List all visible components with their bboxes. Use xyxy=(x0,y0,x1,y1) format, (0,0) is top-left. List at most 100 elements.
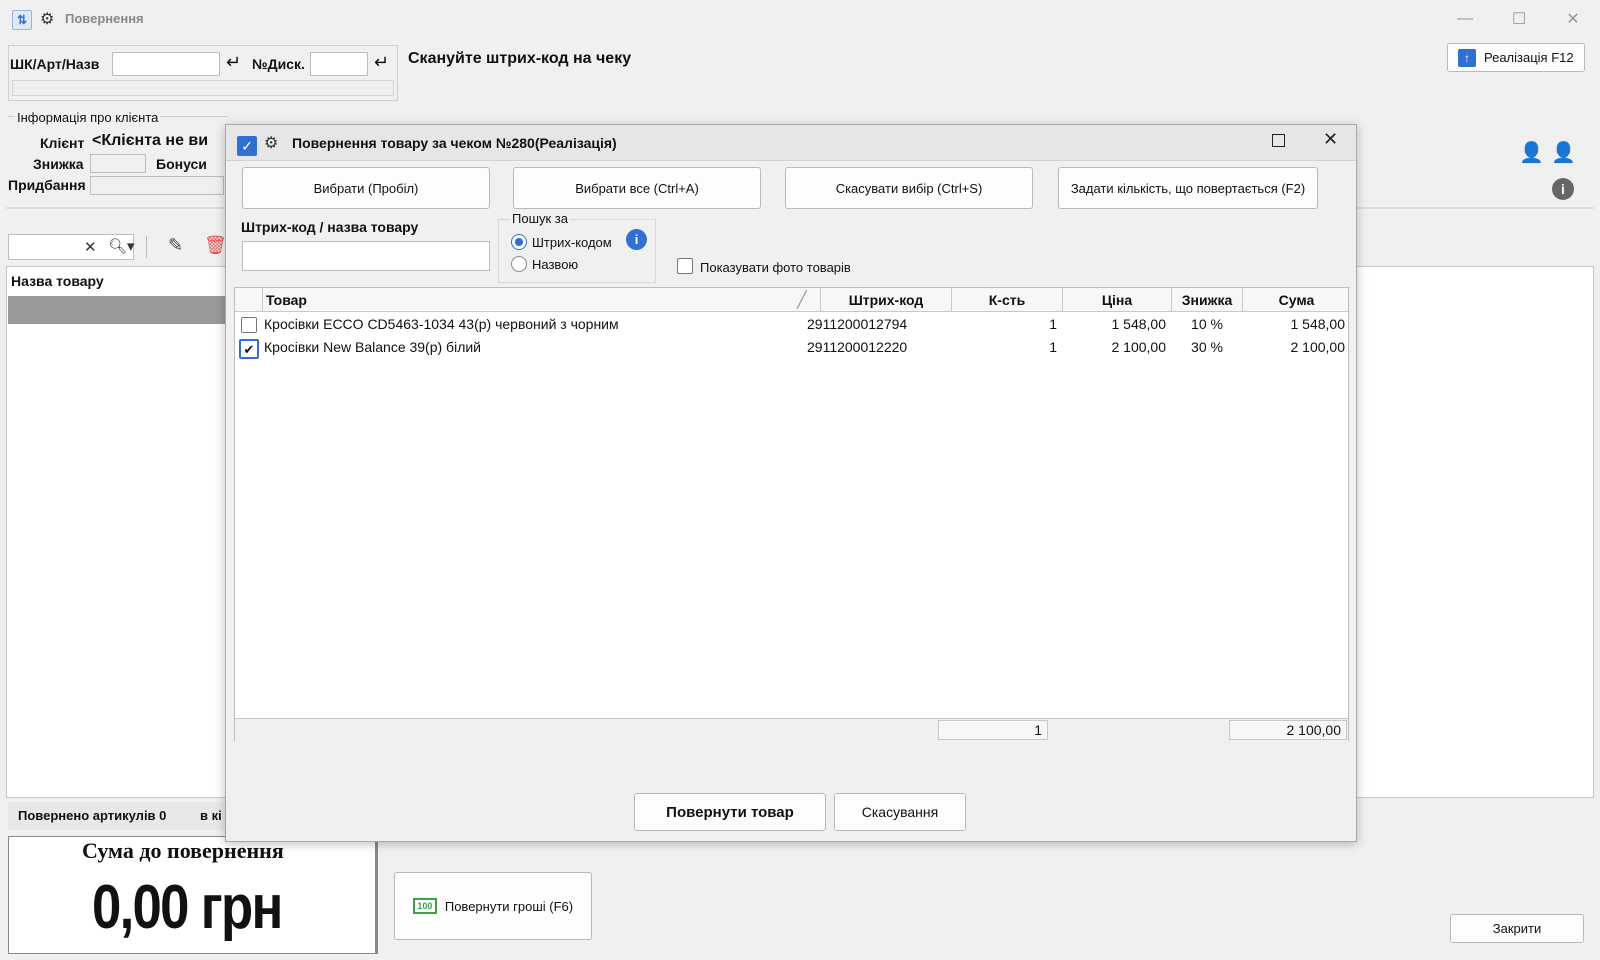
right-panel xyxy=(1356,266,1594,798)
return-dialog: ✓ ⚙ Повернення товару за чеком №280(Реал… xyxy=(225,124,1357,842)
divider xyxy=(146,236,147,258)
checkbox-icon: ✓ xyxy=(237,136,257,156)
col-check xyxy=(235,288,263,312)
row-checkbox-checked[interactable]: ✔ xyxy=(239,339,259,359)
quantity-status: в кі xyxy=(200,808,222,823)
discount-field xyxy=(90,154,146,173)
return-money-label: Повернути гроші (F6) xyxy=(444,898,574,914)
row-product: Кросівки New Balance 39(р) білий xyxy=(264,339,481,355)
table-row[interactable]: Кросівки ECCO CD5463-1034 43(р) червоний… xyxy=(235,313,1348,336)
enter-icon[interactable]: ↵ xyxy=(226,52,241,73)
close-button-label: Закрити xyxy=(1492,921,1542,936)
disc-input[interactable] xyxy=(310,52,368,76)
cancel-selection-label: Скасувати вибір (Ctrl+S) xyxy=(835,180,983,196)
maximize-icon[interactable]: ☐ xyxy=(1508,8,1530,30)
scan-progress xyxy=(12,80,394,96)
info-icon[interactable]: i xyxy=(626,229,647,250)
radio-barcode-label: Штрих-кодом xyxy=(532,235,612,250)
table-header-row: Товар ╱ Штрих-код К-сть Ціна Знижка Сума xyxy=(235,288,1348,312)
enter-icon[interactable]: ↵ xyxy=(374,52,389,73)
client-label: Клієнт xyxy=(40,135,85,151)
summary-amount: 0,00 грн xyxy=(92,873,283,942)
search-input[interactable] xyxy=(242,241,490,271)
show-photos-checkbox[interactable] xyxy=(677,258,693,274)
user-icon[interactable]: 👤 xyxy=(1519,140,1544,165)
disc-label: №Диск. xyxy=(252,56,305,72)
col-qty[interactable]: К-сть xyxy=(952,288,1063,312)
bonus-label: Бонуси xyxy=(156,156,207,172)
client-value: <Клієнта не ви xyxy=(92,132,209,149)
arrow-up-icon: ↑ xyxy=(1458,48,1476,67)
select-button-label: Вибрати (Пробіл) xyxy=(313,180,419,196)
return-goods-button[interactable]: Повернути товар xyxy=(634,793,826,831)
purchases-field xyxy=(90,176,224,195)
return-money-button[interactable]: 100 Повернути гроші (F6) xyxy=(394,872,592,940)
realization-button[interactable]: ↑ Реалізація F12 xyxy=(1447,43,1585,72)
row-product: Кросівки ECCO CD5463-1034 43(р) червоний… xyxy=(264,316,619,332)
radio-barcode[interactable] xyxy=(511,234,527,250)
table-footer: 1 2 100,00 xyxy=(235,718,1348,741)
radio-barcode-dot xyxy=(515,238,523,246)
row-sum: 1 548,00 xyxy=(1290,316,1346,332)
col-discount[interactable]: Знижка xyxy=(1172,288,1243,312)
realization-label: Реалізація F12 xyxy=(1484,50,1574,65)
cancel-label: Скасування xyxy=(861,804,939,820)
clear-icon[interactable]: ✕ xyxy=(84,238,97,256)
purchases-label: Придбання xyxy=(8,177,86,193)
row-discount: 30 % xyxy=(1191,339,1223,355)
col-product[interactable]: Товар xyxy=(264,288,821,312)
money-icon: 100 xyxy=(412,898,437,914)
cancel-selection-button[interactable]: Скасувати вибір (Ctrl+S) xyxy=(785,167,1033,209)
close-icon[interactable]: ✕ xyxy=(1562,8,1584,30)
row-discount: 10 % xyxy=(1191,316,1223,332)
set-quantity-label: Задати кількість, що повертається (F2) xyxy=(1070,180,1306,196)
footer-qty: 1 xyxy=(938,720,1048,740)
list-item-selected[interactable] xyxy=(8,296,228,324)
select-button[interactable]: Вибрати (Пробіл) xyxy=(242,167,490,209)
row-sum: 2 100,00 xyxy=(1290,339,1346,355)
return-goods-label: Повернути товар xyxy=(666,803,794,821)
select-all-button[interactable]: Вибрати все (Ctrl+A) xyxy=(513,167,761,209)
row-price: 1 548,00 xyxy=(1111,316,1167,332)
close-icon[interactable]: ✕ xyxy=(1323,129,1338,150)
dialog-titlebar: ✓ ⚙ Повернення товару за чеком №280(Реал… xyxy=(226,125,1356,161)
radio-name[interactable] xyxy=(511,256,527,272)
col-barcode[interactable]: Штрих-код xyxy=(821,288,952,312)
delete-icon[interactable]: 🗑︎ xyxy=(204,235,227,256)
select-all-label: Вибрати все (Ctrl+A) xyxy=(575,180,699,196)
radio-name-label: Назвою xyxy=(532,257,579,272)
footer-sum: 2 100,00 xyxy=(1229,720,1347,740)
minimize-icon[interactable]: — xyxy=(1454,8,1476,30)
product-list xyxy=(6,266,228,798)
maximize-icon[interactable] xyxy=(1272,134,1285,147)
row-barcode: 2911200012794 xyxy=(807,316,908,332)
row-checkbox[interactable] xyxy=(241,317,257,333)
close-button[interactable]: Закрити xyxy=(1450,914,1584,943)
sort-icon: ╱ xyxy=(797,292,807,309)
user-outline-icon[interactable]: 👤 xyxy=(1551,140,1576,165)
edit-icon[interactable]: ✎ xyxy=(168,235,183,256)
row-qty: 1 xyxy=(1049,339,1057,355)
set-quantity-button[interactable]: Задати кількість, що повертається (F2) xyxy=(1058,167,1318,209)
barcode-label: ШК/Арт/Назв xyxy=(10,56,100,72)
info-add-icon[interactable]: i xyxy=(1552,178,1574,200)
barcode-input[interactable] xyxy=(112,52,220,76)
search-by-title: Пошук за xyxy=(510,211,570,226)
dialog-title: Повернення товару за чеком №280(Реалізац… xyxy=(292,135,617,151)
search-icon[interactable]: 🔍︎▾ xyxy=(108,237,135,255)
col-sum[interactable]: Сума xyxy=(1243,288,1350,312)
search-label: Штрих-код / назва товару xyxy=(241,219,419,235)
gear-icon: ⚙ xyxy=(264,135,279,152)
items-table: Товар ╱ Штрих-код К-сть Ціна Знижка Сума… xyxy=(234,287,1349,741)
table-row[interactable]: ✔ Кросівки New Balance 39(р) білий 29112… xyxy=(235,336,1348,359)
show-photos-label: Показувати фото товарів xyxy=(700,260,851,275)
returned-articles-status: Повернено артикулів 0 xyxy=(18,808,167,823)
main-titlebar: ⇅ ⚙ Повернення — ☐ ✕ xyxy=(0,0,1600,38)
discount-label: Знижка xyxy=(33,156,84,172)
client-info-title: Інформація про клієнта xyxy=(15,110,161,125)
col-price[interactable]: Ціна xyxy=(1063,288,1172,312)
list-header: Назва товару xyxy=(11,273,104,289)
cancel-button[interactable]: Скасування xyxy=(834,793,966,831)
app-icon: ⇅ xyxy=(12,10,32,30)
row-barcode: 2911200012220 xyxy=(807,339,908,355)
